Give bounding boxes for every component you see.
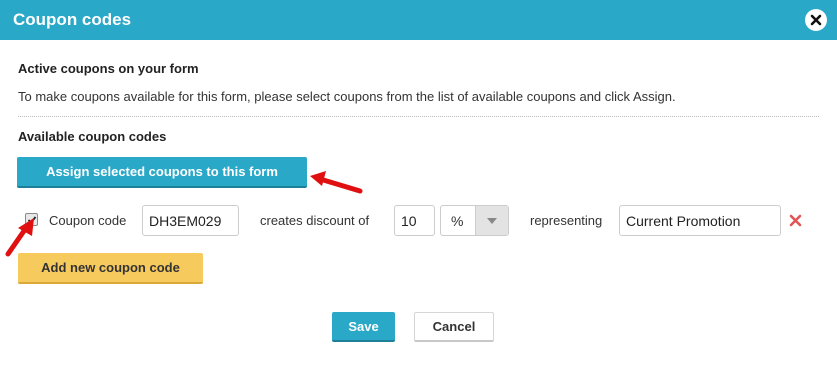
discount-label: creates discount of <box>260 213 370 228</box>
discount-type-select[interactable]: % <box>440 205 509 236</box>
active-coupons-description: To make coupons available for this form,… <box>18 89 676 104</box>
cancel-button[interactable]: Cancel <box>414 312 494 342</box>
active-coupons-heading: Active coupons on your form <box>18 61 199 76</box>
close-button[interactable] <box>805 9 827 31</box>
coupon-codes-dialog: Coupon codes Active coupons on your form… <box>0 0 837 365</box>
remove-icon[interactable] <box>789 214 802 227</box>
assign-coupons-button[interactable]: Assign selected coupons to this form <box>17 157 307 188</box>
add-coupon-button[interactable]: Add new coupon code <box>18 253 203 284</box>
coupon-code-label: Coupon code <box>49 213 127 228</box>
save-button[interactable]: Save <box>332 312 395 342</box>
close-icon <box>810 14 822 26</box>
discount-type-value: % <box>451 213 464 229</box>
dropdown-toggle[interactable] <box>475 206 508 235</box>
representing-input[interactable]: Current Promotion <box>619 205 781 236</box>
annotation-arrow-icon <box>310 171 363 194</box>
section-divider <box>18 116 819 117</box>
coupon-code-input[interactable]: DH3EM029 <box>142 205 239 236</box>
chevron-down-icon <box>487 217 497 224</box>
representing-label: representing <box>530 213 603 228</box>
available-coupons-heading: Available coupon codes <box>18 129 167 144</box>
discount-amount-input[interactable]: 10 <box>394 205 435 236</box>
dialog-title: Coupon codes <box>13 10 132 29</box>
dialog-titlebar: Coupon codes <box>0 0 837 40</box>
